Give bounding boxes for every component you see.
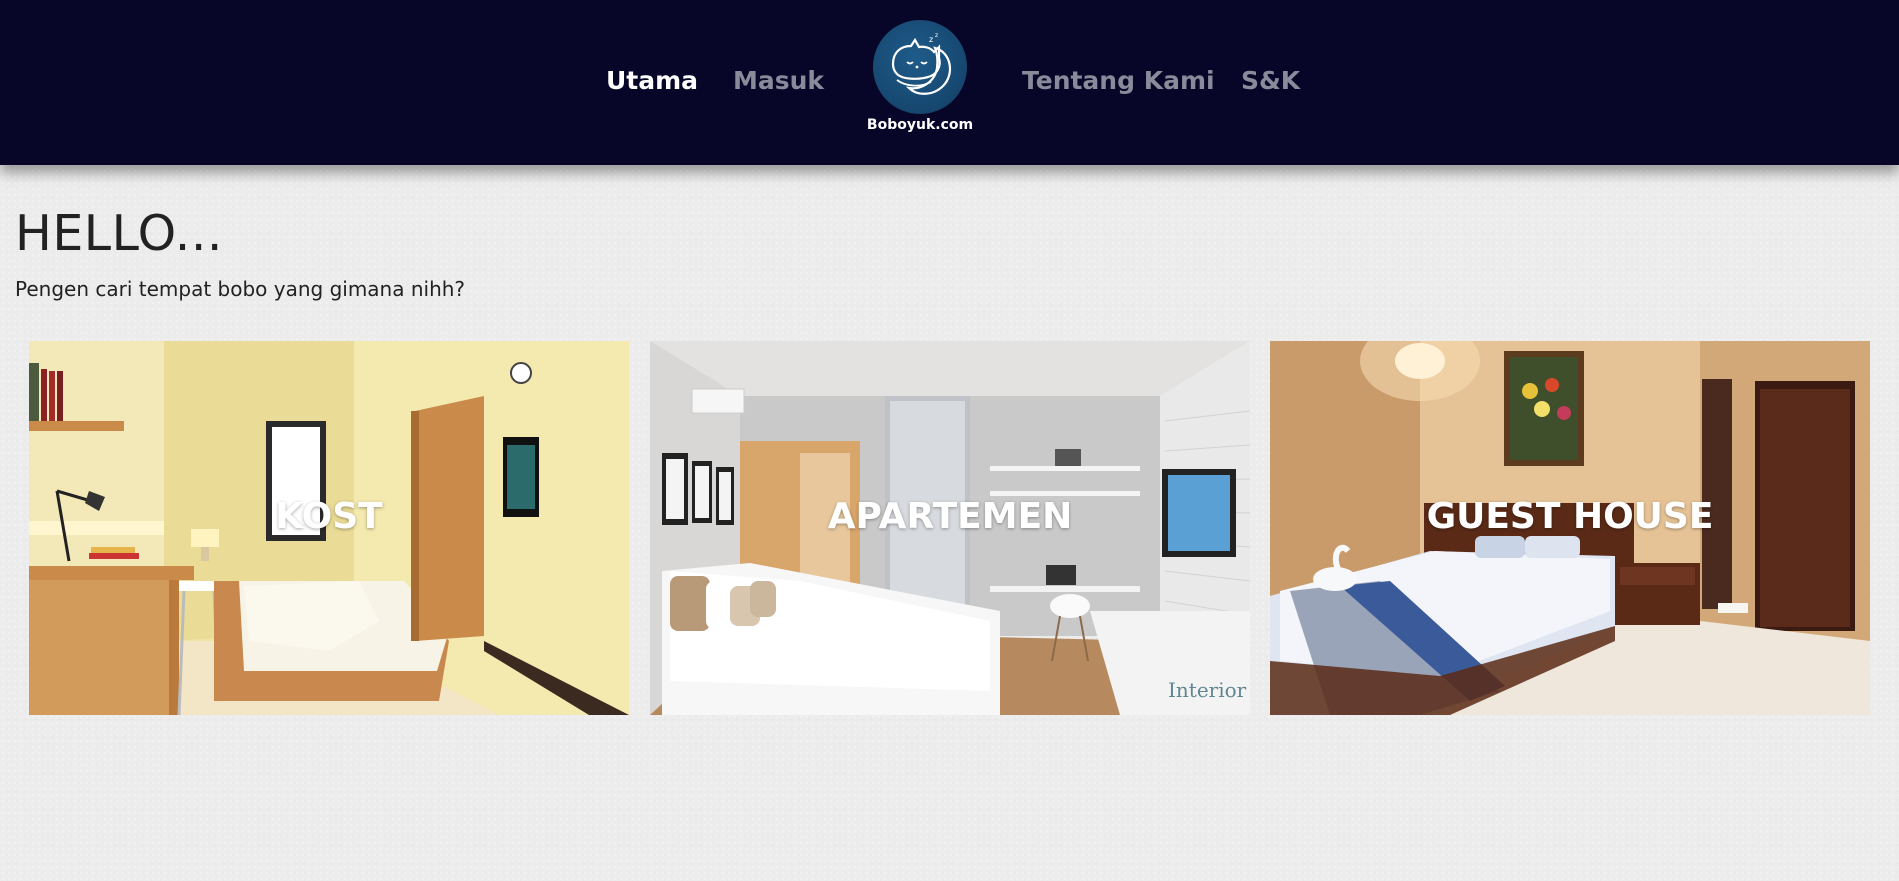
card-label-apartemen: APARTEMEN xyxy=(827,496,1073,537)
nav-link-masuk[interactable]: Masuk xyxy=(733,66,824,95)
page-title: HELLO... xyxy=(15,205,223,262)
category-card-guest-house[interactable]: GUEST HOUSE xyxy=(1270,341,1870,715)
svg-text:z: z xyxy=(929,35,933,44)
sleeping-cat-logo-icon: z z xyxy=(873,20,967,114)
nav-link-utama[interactable]: Utama xyxy=(606,66,698,95)
nav-link-snk[interactable]: S&K xyxy=(1241,66,1300,95)
brand-name: Boboyuk.com xyxy=(866,117,974,133)
navbar: Utama Masuk z z Boboyuk.com Tentang Kami… xyxy=(0,0,1899,165)
category-card-apartemen[interactable]: Interior Design APARTEMEN xyxy=(650,341,1250,715)
nav-link-tentang-kami[interactable]: Tentang Kami xyxy=(1022,66,1215,95)
card-label-guest-house: GUEST HOUSE xyxy=(1426,496,1714,537)
brand-logo-link[interactable]: z z Boboyuk.com xyxy=(860,20,980,140)
category-card-kost[interactable]: KOST xyxy=(29,341,629,715)
card-label-kost: KOST xyxy=(275,496,383,537)
page-subtitle: Pengen cari tempat bobo yang gimana nihh… xyxy=(15,277,466,301)
svg-text:z: z xyxy=(935,32,938,39)
watermark-text: Interior Design xyxy=(1168,678,1250,702)
